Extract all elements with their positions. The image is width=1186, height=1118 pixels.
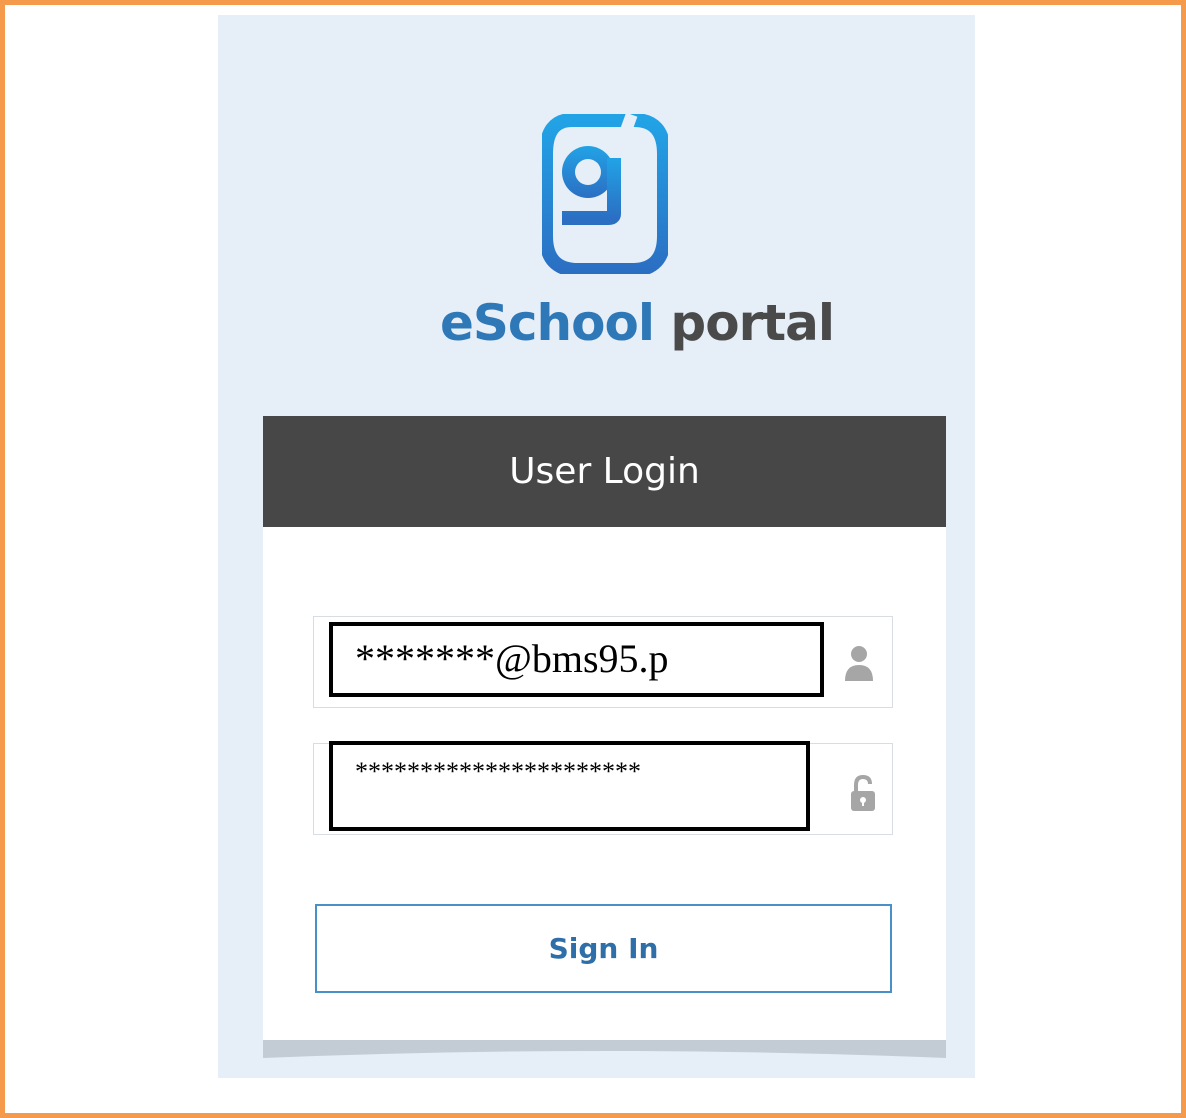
brand-name-eschool: eSchool — [440, 294, 655, 352]
login-card: User Login *******@bms95.p *************… — [263, 416, 946, 1046]
brand-name-portal: portal — [670, 294, 835, 352]
username-input[interactable]: *******@bms95.p — [329, 622, 824, 697]
user-icon — [845, 646, 873, 681]
password-field[interactable]: ********************** — [313, 741, 893, 835]
card-shadow-decoration — [263, 1040, 946, 1058]
username-field[interactable]: *******@bms95.p — [313, 616, 893, 708]
login-header-title: User Login — [263, 416, 946, 527]
sign-in-button[interactable]: Sign In — [315, 904, 892, 993]
lock-icon — [851, 774, 875, 811]
eschool-logo-icon — [542, 114, 668, 274]
brand-title: eSchool portal — [440, 288, 835, 358]
password-input[interactable]: ********************** — [329, 741, 810, 831]
